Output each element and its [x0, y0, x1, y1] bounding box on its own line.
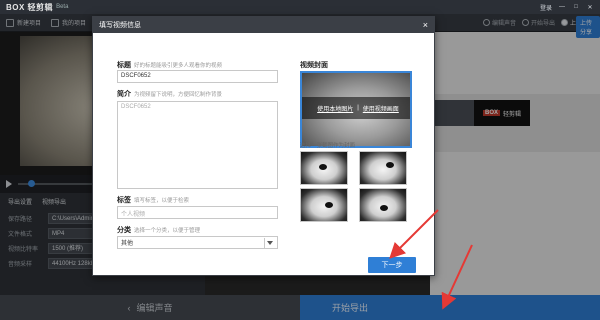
frame-subject	[319, 164, 327, 170]
use-video-frame-link[interactable]: 使用视频画面	[363, 104, 399, 113]
app-logo: BOX 轻剪辑	[6, 2, 54, 12]
frames-label: 选择一张截图作为封面	[300, 143, 356, 149]
beta-badge: Beta	[56, 4, 69, 10]
title-hint: 好的标题能吸引更多人观看你的视频	[134, 63, 223, 69]
frame-thumbnail[interactable]	[359, 188, 407, 222]
category-selected-value: 其他	[121, 241, 134, 247]
category-hint: 选择一个分类，以便于管理	[134, 228, 201, 234]
chevron-down-icon	[264, 237, 274, 248]
tags-field-label: 标签 填写标签，以便于检索	[117, 195, 189, 205]
tags-hint: 填写标签，以便于检索	[134, 198, 190, 204]
intro-field-label: 简介 为视频留下说明，方便回忆制作背景	[117, 89, 222, 99]
next-step-button[interactable]: 下一步	[368, 257, 416, 273]
frame-thumbnail[interactable]	[300, 188, 348, 222]
title-input[interactable]: DSCF0652	[117, 70, 278, 83]
tags-label-text: 标签	[117, 197, 131, 204]
frame-subject	[380, 205, 388, 211]
category-select[interactable]: 其他	[117, 236, 278, 249]
intro-textarea[interactable]: DSCF0652	[117, 101, 278, 189]
separator: |	[357, 105, 359, 111]
minimize-button[interactable]: —	[558, 4, 566, 10]
cover-actions: 使用本地图片 | 使用视频画面	[302, 97, 410, 119]
close-icon[interactable]: ×	[423, 20, 428, 30]
frame-subject	[325, 202, 333, 208]
intro-hint: 为视频留下说明，方便回忆制作背景	[134, 92, 223, 98]
intro-label-text: 简介	[117, 91, 131, 98]
cover-label: 视频封面	[300, 62, 328, 69]
category-label-text: 分类	[117, 227, 131, 234]
frame-thumbnail[interactable]	[359, 151, 407, 185]
tags-input[interactable]: 个人视频	[117, 206, 278, 219]
title-field-label: 标题 好的标题能吸引更多人观看你的视频	[117, 60, 222, 70]
use-local-image-link[interactable]: 使用本地图片	[317, 104, 353, 113]
dialog-title: 填写视频信息	[99, 22, 141, 29]
category-field-label: 分类 选择一个分类，以便于管理	[117, 225, 200, 235]
login-link[interactable]: 登录	[540, 3, 552, 12]
app-titlebar: BOX 轻剪辑 Beta 登录 — □ ✕	[0, 0, 600, 14]
dialog-body: 标题 好的标题能吸引更多人观看你的视频 DSCF0652 简介 为视频留下说明，方便…	[93, 33, 434, 277]
cover-preview: 使用本地图片 | 使用视频画面	[300, 71, 412, 148]
dialog-header: 填写视频信息 ×	[93, 17, 434, 33]
frame-thumbnail[interactable]	[300, 151, 348, 185]
video-info-dialog: 填写视频信息 × 标题 好的标题能吸引更多人观看你的视频 DSCF0652 简介为…	[92, 16, 435, 276]
title-label-text: 标题	[117, 62, 131, 69]
maximize-button[interactable]: □	[572, 4, 580, 10]
close-window-button[interactable]: ✕	[586, 4, 594, 11]
frame-subject	[386, 162, 394, 168]
window-controls: 登录 — □ ✕	[540, 3, 594, 12]
